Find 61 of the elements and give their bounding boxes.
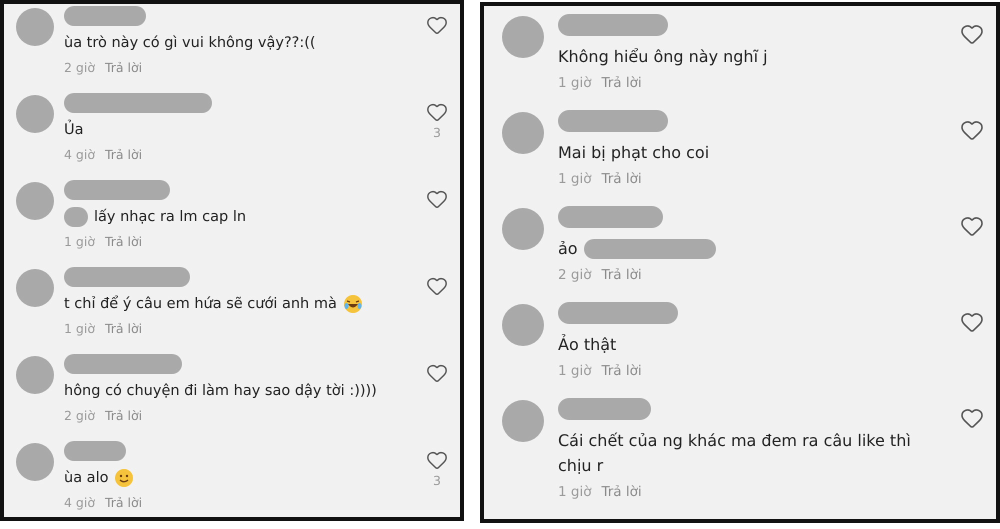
comment-text: Ủa bbox=[64, 119, 84, 141]
heart-icon[interactable] bbox=[960, 118, 984, 142]
avatar bbox=[16, 8, 54, 46]
blurred-mention bbox=[64, 207, 88, 227]
comment-time: 1 giờ bbox=[558, 363, 592, 379]
reply-link[interactable]: Trả lời bbox=[104, 60, 142, 75]
avatar bbox=[16, 443, 54, 481]
avatar bbox=[502, 304, 544, 346]
smiling-emoji-icon bbox=[114, 468, 134, 488]
comment-time: 4 giờ bbox=[64, 147, 95, 162]
avatar bbox=[16, 95, 54, 133]
heart-icon[interactable] bbox=[426, 188, 448, 210]
heart-icon[interactable] bbox=[960, 214, 984, 238]
reply-link[interactable]: Trả lời bbox=[601, 75, 642, 91]
avatar bbox=[16, 269, 54, 307]
heart-icon[interactable] bbox=[960, 310, 984, 334]
comment-text: t chỉ để ý câu em hứa sẽ cưới anh mà bbox=[64, 294, 337, 314]
comment-time: 1 giờ bbox=[558, 484, 592, 500]
comment-time: 1 giờ bbox=[64, 321, 95, 336]
comment-text: Không hiểu ông này nghĩ j bbox=[558, 46, 768, 68]
heart-icon[interactable] bbox=[426, 449, 448, 471]
avatar bbox=[16, 182, 54, 220]
reply-link[interactable]: Trả lời bbox=[104, 234, 142, 249]
heart-icon[interactable] bbox=[426, 275, 448, 297]
reply-link[interactable]: Trả lời bbox=[601, 484, 642, 500]
comment-time: 2 giờ bbox=[64, 60, 95, 75]
heart-icon[interactable] bbox=[426, 14, 448, 36]
heart-icon[interactable] bbox=[426, 362, 448, 384]
comment-text: ùa trò này có gì vui không vậy??:(( bbox=[64, 34, 316, 53]
comment-time: 2 giờ bbox=[558, 267, 592, 283]
heart-icon[interactable] bbox=[960, 22, 984, 46]
comment-time: 1 giờ bbox=[64, 234, 95, 249]
heart-icon[interactable] bbox=[960, 406, 984, 430]
reply-link[interactable]: Trả lời bbox=[601, 267, 642, 283]
laughing-emoji-icon bbox=[342, 294, 363, 314]
avatar bbox=[16, 356, 54, 394]
heart-icon[interactable] bbox=[426, 101, 448, 123]
comment-text: Cái chết của ng khác ma đem ra câu like thì chịu r bbox=[558, 430, 912, 477]
like-count: 3 bbox=[433, 473, 441, 488]
blurred-username bbox=[64, 441, 126, 461]
comment-time: 1 giờ bbox=[558, 75, 592, 91]
reply-link[interactable]: Trả lời bbox=[104, 147, 142, 162]
avatar bbox=[502, 400, 544, 442]
comment-text: Mai bị phạt cho coi bbox=[558, 142, 710, 164]
reply-link[interactable]: Trả lời bbox=[104, 495, 142, 510]
reply-link[interactable]: Trả lời bbox=[104, 321, 142, 336]
comment-text: ùa alo bbox=[64, 469, 108, 488]
comment-text: Ảo thật bbox=[558, 333, 616, 356]
comment-text: hông có chuyện đi làm hay sao dậy tời :)))) bbox=[64, 382, 377, 401]
comment-time: 4 giờ bbox=[64, 495, 95, 510]
reply-link[interactable]: Trả lời bbox=[601, 171, 642, 187]
reply-link[interactable]: Trả lời bbox=[601, 363, 642, 379]
avatar bbox=[502, 16, 544, 58]
comment-text: lấy nhạc ra lm cap ln bbox=[94, 208, 246, 227]
comment-time: 2 giờ bbox=[64, 408, 95, 423]
comment-time: 1 giờ bbox=[558, 171, 592, 187]
comment-text: ảo bbox=[558, 238, 578, 260]
avatar bbox=[502, 112, 544, 154]
like-count: 3 bbox=[433, 125, 441, 140]
avatar bbox=[502, 208, 544, 250]
reply-link[interactable]: Trả lời bbox=[104, 408, 142, 423]
